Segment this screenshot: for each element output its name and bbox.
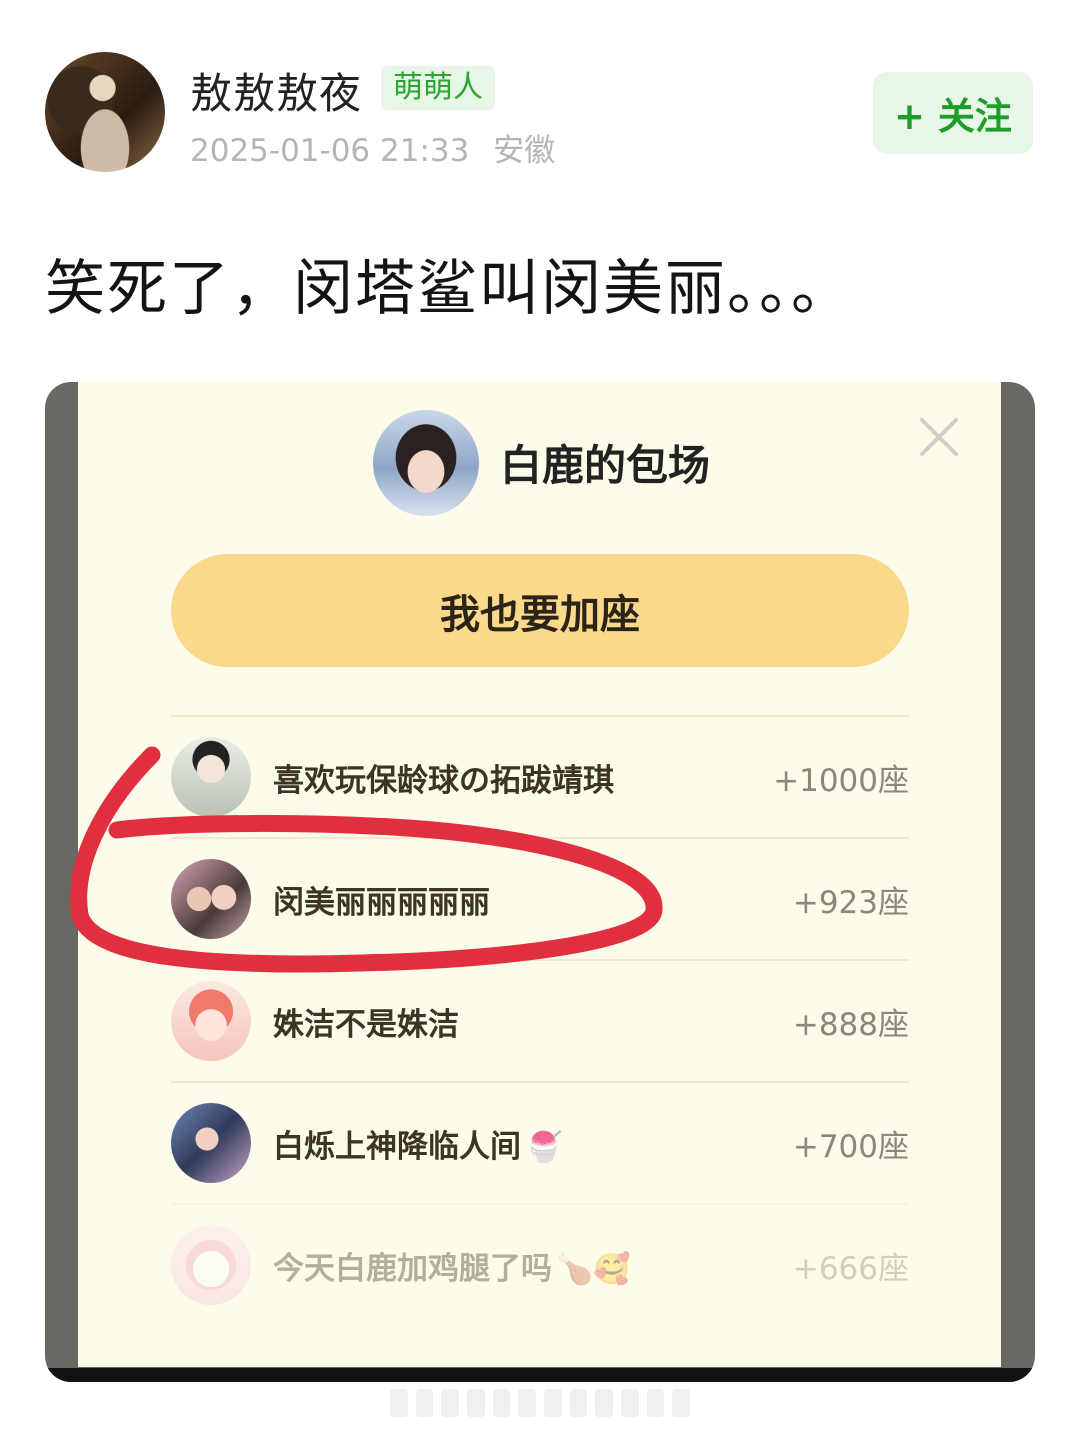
list-item: 姝洁不是姝洁 +888座 (171, 959, 909, 1081)
watermark (390, 1386, 691, 1420)
post-text: 笑死了，闵塔鲨叫闵美丽。。。 (45, 254, 853, 324)
shaved-ice-icon: 🍧 (525, 1129, 563, 1165)
list-item-seats: +923座 (792, 884, 909, 921)
avatar (171, 1225, 251, 1305)
close-icon (920, 418, 958, 456)
user-badge: 萌萌人 (381, 66, 495, 110)
add-seat-button: 我也要加座 (171, 554, 909, 667)
list-item-seats: +1000座 (773, 762, 909, 799)
list-item-name: 姝洁不是姝洁 (273, 1006, 459, 1043)
stage-avatar (373, 410, 479, 516)
post-date: 2025-01-06 21:33 (190, 133, 470, 169)
list-item-seats: +666座 (792, 1250, 909, 1287)
drumstick-icon: 🍗🥰 (556, 1251, 631, 1287)
avatar (171, 981, 251, 1061)
list-item-name: 喜欢玩保龄球の拓跋靖琪 (273, 762, 614, 799)
follow-button[interactable]: + 关注 (873, 72, 1033, 154)
avatar (171, 737, 251, 817)
list-item-name: 闵美丽丽丽丽丽 (273, 884, 490, 921)
list-item-seats: +700座 (792, 1128, 909, 1165)
list-item-seats: +888座 (792, 1006, 909, 1043)
avatar (171, 1103, 251, 1183)
stage-title: 白鹿的包场 (500, 441, 711, 490)
list-item: 闵美丽丽丽丽丽 +923座 (171, 837, 909, 959)
author-name[interactable]: 敖敖敖夜 (190, 60, 362, 121)
list-item: 今天白鹿加鸡腿了吗 🍗🥰 +666座 (171, 1203, 909, 1325)
post-meta: 2025-01-06 21:33 安徽 (190, 125, 555, 170)
avatar (171, 859, 251, 939)
author-avatar[interactable] (45, 52, 165, 172)
embedded-panel: 白鹿的包场 我也要加座 喜欢玩保龄球の拓跋靖琪 +1000座 闵美丽丽丽丽丽 +… (78, 382, 1001, 1367)
list-item-name: 白烁上神降临人间 🍧 (273, 1128, 563, 1165)
list-item: 白烁上神降临人间 🍧 +700座 (171, 1081, 909, 1203)
post-image[interactable]: 白鹿的包场 我也要加座 喜欢玩保龄球の拓跋靖琪 +1000座 闵美丽丽丽丽丽 +… (45, 382, 1035, 1382)
post-location: 安徽 (493, 133, 556, 169)
seat-list: 喜欢玩保龄球の拓跋靖琪 +1000座 闵美丽丽丽丽丽 +923座 姝洁不是姝洁 … (171, 715, 909, 1325)
list-item-name: 今天白鹿加鸡腿了吗 🍗🥰 (273, 1250, 631, 1287)
list-item: 喜欢玩保龄球の拓跋靖琪 +1000座 (171, 715, 909, 837)
image-bottom-edge (45, 1368, 1035, 1382)
